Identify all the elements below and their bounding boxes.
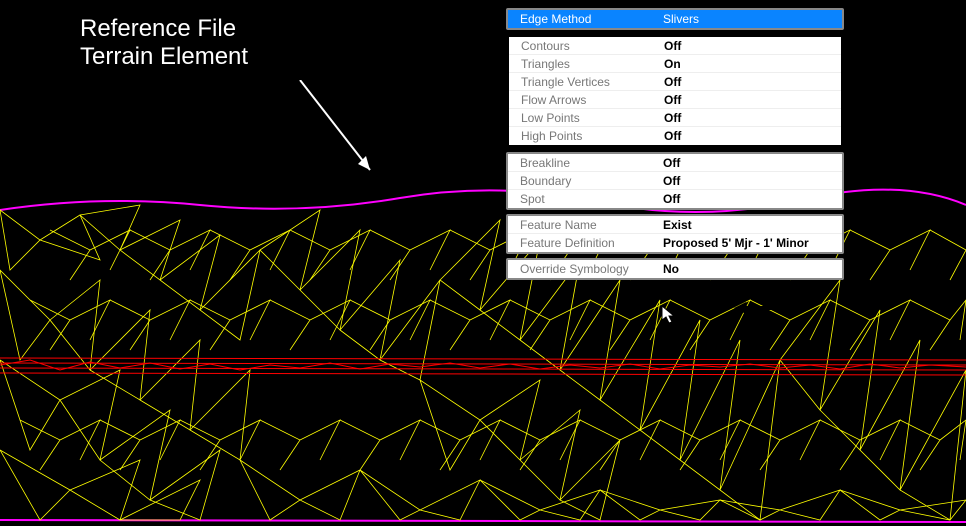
low-points-row[interactable]: Low Points Off (509, 109, 841, 127)
triangles-row[interactable]: Triangles On (509, 55, 841, 73)
annotation-line1: Reference File (80, 15, 248, 43)
feature-name-label: Feature Name (508, 218, 663, 232)
pointer-arrow-icon (734, 300, 784, 316)
boundary-row[interactable]: Boundary Off (508, 172, 842, 190)
spot-label: Spot (508, 192, 663, 206)
flow-arrows-label: Flow Arrows (509, 93, 664, 107)
annotation-text: Reference File Terrain Element (80, 15, 248, 71)
annotation-arrow-icon (290, 80, 390, 190)
contours-label: Contours (509, 39, 664, 53)
boundary-label: Boundary (508, 174, 663, 188)
triangle-vertices-row[interactable]: Triangle Vertices Off (509, 73, 841, 91)
feature-definition-label: Feature Definition (508, 236, 663, 250)
triangle-vertices-label: Triangle Vertices (509, 75, 664, 89)
spot-row[interactable]: Spot Off (508, 190, 842, 208)
edge-method-group: Edge Method Slivers (506, 8, 844, 30)
triangle-vertices-value: Off (664, 75, 841, 89)
annotation-line2: Terrain Element (80, 43, 248, 71)
feature-name-value: Exist (663, 218, 842, 232)
contours-value: Off (664, 39, 841, 53)
triangles-label: Triangles (509, 57, 664, 71)
boundary-value: Off (663, 174, 842, 188)
spot-value: Off (663, 192, 842, 206)
triangles-value: On (664, 57, 841, 71)
breakline-value: Off (663, 156, 842, 170)
breakline-row[interactable]: Breakline Off (508, 154, 842, 172)
edge-method-label: Edge Method (508, 12, 663, 26)
breakline-label: Breakline (508, 156, 663, 170)
override-symbology-row[interactable]: Override Symbology No (508, 260, 842, 278)
feature-definition-value: Proposed 5' Mjr - 1' Minor (663, 236, 842, 250)
feature-name-row[interactable]: Feature Name Exist (508, 216, 842, 234)
override-symbology-label: Override Symbology (508, 262, 663, 276)
high-points-value: Off (664, 129, 841, 143)
low-points-value: Off (664, 111, 841, 125)
edge-method-row[interactable]: Edge Method Slivers (508, 10, 842, 28)
edge-method-value: Slivers (663, 12, 842, 26)
flow-arrows-value: Off (664, 93, 841, 107)
contours-row[interactable]: Contours Off (509, 37, 841, 55)
cursor-icon (660, 304, 678, 326)
high-points-label: High Points (509, 129, 664, 143)
flow-arrows-row[interactable]: Flow Arrows Off (509, 91, 841, 109)
override-symbology-value: No (663, 262, 842, 276)
feature-definition-row[interactable]: Feature Definition Proposed 5' Mjr - 1' … (508, 234, 842, 252)
override-symbology-group: Override Symbology No (506, 258, 844, 280)
display-options-group: Contours Off Triangles On Triangle Verti… (506, 34, 844, 148)
feature-definition-group: Feature Name Exist Feature Definition Pr… (506, 214, 844, 254)
high-points-row[interactable]: High Points Off (509, 127, 841, 145)
low-points-label: Low Points (509, 111, 664, 125)
feature-types-group: Breakline Off Boundary Off Spot Off (506, 152, 844, 210)
properties-panel: Edge Method Slivers Contours Off Triangl… (506, 8, 844, 284)
